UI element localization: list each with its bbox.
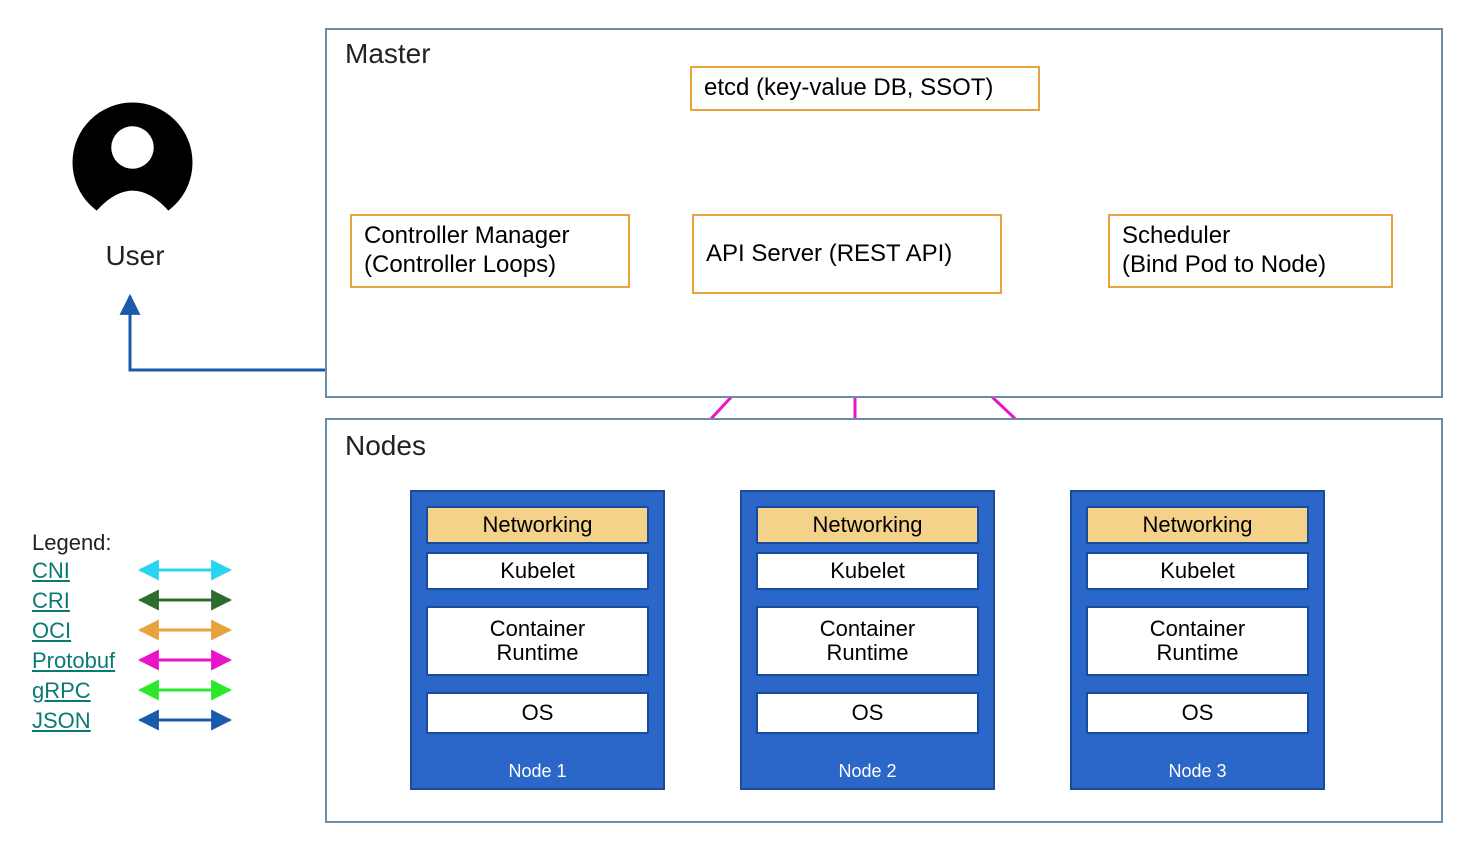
scheduler-box: Scheduler (Bind Pod to Node) (1108, 214, 1393, 288)
master-label: Master (345, 38, 431, 70)
node-card-2: Networking Kubelet ContainerRuntime OS N… (740, 490, 995, 790)
legend-title: Legend: (32, 530, 112, 556)
node2-os-label: OS (852, 701, 884, 725)
legend-json[interactable]: JSON (32, 708, 91, 734)
node3-os-label: OS (1182, 701, 1214, 725)
user-icon (70, 100, 195, 225)
legend-cni[interactable]: CNI (32, 558, 70, 584)
node3-networking: Networking (1086, 506, 1309, 544)
etcd-box: etcd (key-value DB, SSOT) (690, 66, 1040, 111)
node2-kubelet-label: Kubelet (830, 559, 905, 583)
node1-kubelet-label: Kubelet (500, 559, 575, 583)
node2-title: Node 2 (742, 761, 993, 782)
node1-networking-label: Networking (482, 513, 592, 537)
controller-l2: (Controller Loops) (364, 251, 556, 278)
controller-box: Controller Manager (Controller Loops) (350, 214, 630, 288)
node-card-1: Networking Kubelet ContainerRuntime OS N… (410, 490, 665, 790)
node2-runtime-label: ContainerRuntime (820, 617, 915, 665)
scheduler-l2: (Bind Pod to Node) (1122, 251, 1326, 278)
node1-networking: Networking (426, 506, 649, 544)
node2-runtime: ContainerRuntime (756, 606, 979, 676)
node3-networking-label: Networking (1142, 513, 1252, 537)
controller-l1: Controller Manager (364, 222, 569, 249)
legend-grpc[interactable]: gRPC (32, 678, 91, 704)
scheduler-l1: Scheduler (1122, 222, 1230, 249)
user-label: User (100, 240, 170, 272)
node3-runtime: ContainerRuntime (1086, 606, 1309, 676)
node1-title: Node 1 (412, 761, 663, 782)
legend-protobuf[interactable]: Protobuf (32, 648, 115, 674)
api-box: API Server (REST API) (692, 214, 1002, 294)
node3-kubelet: Kubelet (1086, 552, 1309, 590)
legend-oci[interactable]: OCI (32, 618, 71, 644)
node3-os: OS (1086, 692, 1309, 734)
node3-kubelet-label: Kubelet (1160, 559, 1235, 583)
legend-cri[interactable]: CRI (32, 588, 70, 614)
node3-runtime-label: ContainerRuntime (1150, 617, 1245, 665)
node2-networking-label: Networking (812, 513, 922, 537)
node-card-3: Networking Kubelet ContainerRuntime OS N… (1070, 490, 1325, 790)
nodes-label: Nodes (345, 430, 426, 462)
node2-networking: Networking (756, 506, 979, 544)
node1-os-label: OS (522, 701, 554, 725)
node1-runtime-label: ContainerRuntime (490, 617, 585, 665)
etcd-text: etcd (key-value DB, SSOT) (704, 74, 993, 101)
api-text: API Server (REST API) (706, 240, 952, 269)
node3-title: Node 3 (1072, 761, 1323, 782)
node1-kubelet: Kubelet (426, 552, 649, 590)
node1-os: OS (426, 692, 649, 734)
node2-kubelet: Kubelet (756, 552, 979, 590)
node2-os: OS (756, 692, 979, 734)
node1-runtime: ContainerRuntime (426, 606, 649, 676)
